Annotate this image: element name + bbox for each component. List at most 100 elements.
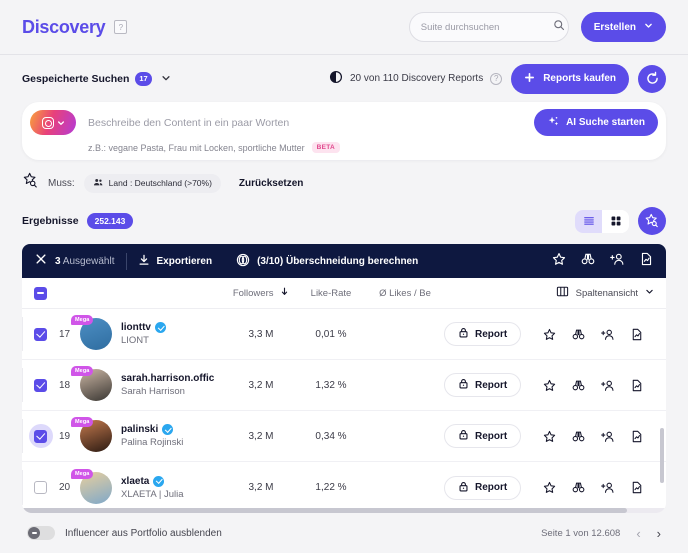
table-footer: Influencer aus Portfolio ausblenden Seit… xyxy=(0,513,688,553)
row-actions: Report xyxy=(444,424,666,448)
star-icon[interactable] xyxy=(552,252,566,271)
filter-row: Muss: Land : Deutschland (>70%) Zurückse… xyxy=(0,160,688,194)
report-button[interactable]: Report xyxy=(444,322,522,346)
binoculars-icon[interactable] xyxy=(581,252,595,271)
search-input[interactable] xyxy=(420,21,553,33)
columns-icon xyxy=(556,285,569,301)
ai-search-row: AI Suche starten xyxy=(30,109,658,136)
verified-icon xyxy=(153,475,165,487)
report-button[interactable]: Report xyxy=(444,373,522,397)
report-doc-icon[interactable] xyxy=(631,328,643,341)
create-button[interactable]: Erstellen xyxy=(580,12,666,42)
buy-reports-label: Reports kaufen xyxy=(543,73,616,84)
overlap-circles-icon xyxy=(236,253,250,270)
add-person-icon[interactable] xyxy=(601,430,615,443)
star-icon[interactable] xyxy=(543,430,556,443)
chevron-down-icon xyxy=(57,114,65,132)
grid-view-icon[interactable] xyxy=(602,209,629,233)
reports-counter: 20 von 110 Discovery Reports ? xyxy=(329,70,503,87)
followers-value: 3,2 M xyxy=(22,470,296,505)
influencer-cell[interactable]: Mega palinski Palina Rojinski xyxy=(71,417,226,452)
platform-selector-instagram[interactable] xyxy=(30,110,76,135)
hide-portfolio-toggle[interactable] xyxy=(27,526,55,540)
add-person-icon[interactable] xyxy=(601,328,615,341)
calculate-overlap-label: (3/10) Überschneidung berechnen xyxy=(257,255,419,267)
help-circle-icon[interactable]: ? xyxy=(490,72,503,85)
table-row[interactable]: 20 Mega xlaeta XLAETA | Julia 3,2 M 1,22 % Rep… xyxy=(22,462,666,513)
chevron-right-icon[interactable]: › xyxy=(657,526,661,541)
report-doc-icon[interactable] xyxy=(640,252,653,271)
suite-search[interactable] xyxy=(408,12,569,42)
influencer-cell[interactable]: Mega sarah.harrison.offic Sarah Harrison xyxy=(71,366,226,401)
influencer-handle: palinski xyxy=(121,424,183,435)
search-icon[interactable] xyxy=(553,18,565,36)
influencer-name: LIONT xyxy=(121,335,149,346)
header-actions: Spaltenansicht xyxy=(444,285,666,301)
star-icon[interactable] xyxy=(543,379,556,392)
row-checkbox[interactable] xyxy=(34,327,47,341)
table-row[interactable]: 17 Mega lionttv LIONT 3,3 M 0,01 % Report xyxy=(22,309,666,360)
row-checkbox[interactable] xyxy=(34,429,47,443)
header-followers-label: Followers xyxy=(232,288,274,299)
table-row[interactable]: 19 Mega palinski Palina Rojinski 3,2 M 0,34 %… xyxy=(22,411,666,462)
binoculars-icon[interactable] xyxy=(572,481,585,494)
reset-filters-button[interactable]: Zurücksetzen xyxy=(239,178,303,189)
select-all-checkbox[interactable] xyxy=(34,286,47,300)
instagram-icon xyxy=(41,116,54,129)
table-row[interactable]: 18 Mega sarah.harrison.offic Sarah Harrison… xyxy=(22,360,666,411)
influencer-cell[interactable]: Mega xlaeta XLAETA | Julia xyxy=(71,468,226,504)
ai-search-input[interactable] xyxy=(76,116,535,129)
add-person-icon[interactable] xyxy=(610,252,625,271)
calculate-overlap-button[interactable]: (3/10) Überschneidung berechnen xyxy=(236,253,418,270)
export-button[interactable]: Exportieren xyxy=(138,254,212,269)
row-checkbox[interactable] xyxy=(34,481,47,494)
buy-reports-button[interactable]: Reports kaufen xyxy=(511,63,629,94)
help-square-icon[interactable]: ? xyxy=(114,20,128,34)
filter-chip-country[interactable]: Land : Deutschland (>70%) xyxy=(83,173,221,193)
column-view-label: Spaltenansicht xyxy=(575,287,638,299)
row-icon-group xyxy=(543,430,643,443)
chevron-down-icon xyxy=(161,73,171,85)
add-person-icon[interactable] xyxy=(601,481,615,494)
binoculars-icon[interactable] xyxy=(572,379,585,392)
refresh-circle-icon[interactable] xyxy=(638,64,666,93)
report-doc-icon[interactable] xyxy=(631,379,643,392)
vertical-scrollbar[interactable] xyxy=(660,428,664,483)
row-icon-group xyxy=(543,379,643,392)
table-body: 17 Mega lionttv LIONT 3,3 M 0,01 % Report 18 Meg… xyxy=(22,309,666,513)
header-like-rate[interactable]: Like-Rate xyxy=(296,288,366,299)
star-icon[interactable] xyxy=(543,481,556,494)
avatar: Mega xyxy=(71,315,112,350)
report-doc-icon[interactable] xyxy=(631,481,643,494)
row-checkbox[interactable] xyxy=(34,378,47,392)
add-person-icon[interactable] xyxy=(601,379,615,392)
saved-searches-dropdown[interactable]: Gespeicherte Suchen 17 xyxy=(22,71,171,86)
ai-search-hint-text: z.B.: vegane Pasta, Frau mit Locken, spo… xyxy=(88,142,305,153)
header-followers[interactable]: Followers xyxy=(226,287,296,299)
pagination: Seite 1 von 12.608 ‹ › xyxy=(541,526,661,541)
close-icon[interactable] xyxy=(35,252,47,270)
header-avg-likes[interactable]: Ø Likes / Be xyxy=(366,288,444,299)
list-view-icon[interactable] xyxy=(575,209,602,233)
column-view-dropdown[interactable]: Spaltenansicht xyxy=(556,285,654,301)
chevron-left-icon[interactable]: ‹ xyxy=(636,526,640,541)
row-index: 18 xyxy=(59,379,71,391)
star-search-icon[interactable] xyxy=(22,172,39,194)
people-icon xyxy=(93,177,104,190)
influencer-cell[interactable]: Mega lionttv LIONT xyxy=(71,315,226,350)
row-select-cell xyxy=(22,327,59,341)
like-rate-value: 0,01 % xyxy=(315,328,347,340)
discovery-app: Discovery ? Erstellen xyxy=(0,0,688,553)
star-icon[interactable] xyxy=(543,328,556,341)
influencer-name: XLAETA | Julia xyxy=(121,488,184,500)
report-doc-icon[interactable] xyxy=(631,430,643,443)
binoculars-icon[interactable] xyxy=(572,430,585,443)
ai-search-start-button[interactable]: AI Suche starten xyxy=(534,109,658,136)
binoculars-icon[interactable] xyxy=(572,328,585,341)
report-button[interactable]: Report xyxy=(444,424,522,448)
star-search-icon[interactable] xyxy=(638,207,666,235)
saved-searches-label: Gespeicherte Suchen xyxy=(22,72,130,85)
toolbar-divider xyxy=(125,252,127,270)
report-button[interactable]: Report xyxy=(444,475,522,500)
selection-toolbar: 3 Ausgewählt Exportieren (3/10) Überschn… xyxy=(22,244,666,278)
